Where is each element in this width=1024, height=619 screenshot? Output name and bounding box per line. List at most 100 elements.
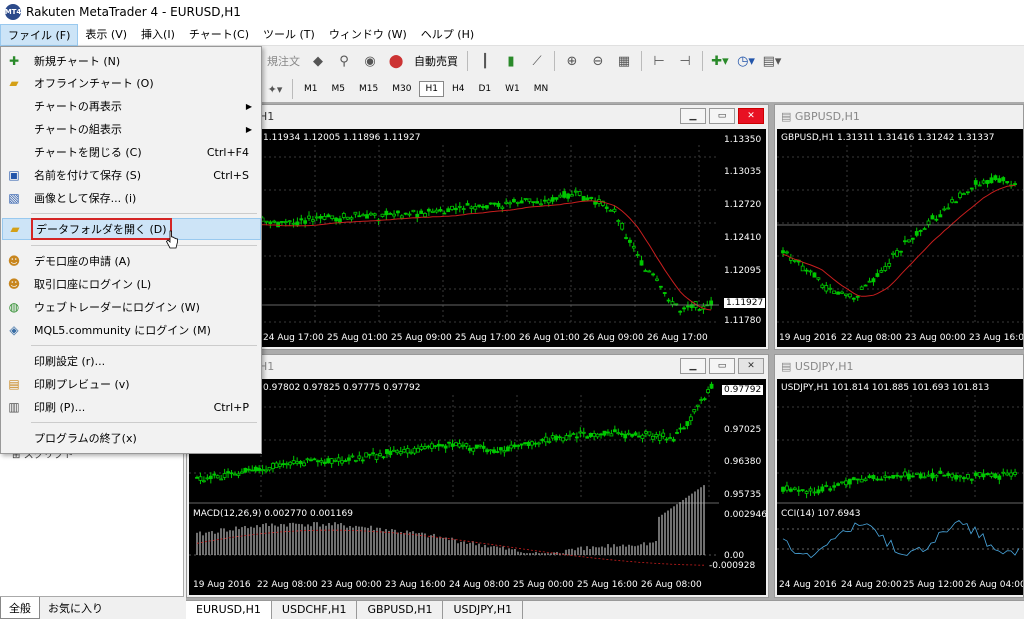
signal-icon[interactable]: ◉ [359, 50, 381, 72]
candle-body [318, 215, 323, 219]
menu-tools[interactable]: ツール (T) [256, 24, 322, 46]
candle-body [450, 443, 455, 447]
menu-item-login-mql5[interactable]: ◈ MQL5.community にログイン (M) [2, 319, 261, 341]
minimize-button[interactable]: ▁ [680, 358, 706, 374]
candle-body [619, 433, 624, 436]
templates-icon[interactable]: ▤▾ [761, 50, 783, 72]
tab-favorites[interactable]: お気に入り [40, 597, 111, 619]
menu-item-login-trade[interactable]: ☻ 取引口座にログイン (L) [2, 273, 261, 295]
menu-view[interactable]: 表示 (V) [78, 24, 134, 46]
chart-plot-usdjpy[interactable]: USDJPY,H1 101.814 101.885 101.693 101.81… [777, 379, 1023, 595]
candle-body [314, 216, 319, 219]
restore-button[interactable]: ▭ [709, 358, 735, 374]
timeframe-m30[interactable]: M30 [386, 81, 417, 97]
menu-item-chart-profiles[interactable]: チャートの組表示 ▶ [2, 118, 261, 140]
x-tick: 25 Aug 12:00 [903, 580, 964, 590]
tab-gbpusd[interactable]: GBPUSD,H1 [357, 601, 444, 619]
menu-item-close-chart[interactable]: チャートを閉じる (C) Ctrl+F4 [2, 141, 261, 163]
candle-body [682, 307, 686, 310]
menu-insert[interactable]: 挿入(I) [134, 24, 182, 46]
web-icon: ◍ [8, 300, 20, 314]
line-studies-icon[interactable]: ✦▾ [264, 78, 286, 100]
restore-button[interactable]: ▭ [709, 108, 735, 124]
chart-tabs: EURUSD,H1 USDCHF,H1 GBPUSD,H1 USDJPY,H1 [186, 600, 1024, 619]
chart-plot-macd[interactable]: 0.97802 0.97825 0.97775 0.97792 0.97792 … [189, 379, 766, 595]
timeframe-m15[interactable]: M15 [353, 81, 384, 97]
timeframe-h1[interactable]: H1 [419, 81, 444, 97]
auto-trading-icon[interactable]: ⬤ [385, 50, 407, 72]
menu-item-open-data-folder[interactable]: ▰ データフォルダを開く (D) [2, 218, 261, 240]
menu-window[interactable]: ウィンドウ (W) [322, 24, 414, 46]
timeframe-m5[interactable]: M5 [326, 81, 352, 97]
chart-plot-eurusd[interactable]: 1.11934 1.12005 1.11896 1.11927 1.13350 … [189, 129, 766, 347]
candle-body [523, 198, 528, 200]
menu-help[interactable]: ヘルプ (H) [414, 24, 481, 46]
menu-item-offline-chart[interactable]: ▰ オフラインチャート (O) [2, 72, 261, 94]
candle-body [416, 447, 420, 453]
chart-window-eurusd[interactable]: H1 ▁ ▭ ✕ 1.11934 1.12005 1.11896 1.11927… [186, 104, 769, 350]
candle-body [512, 444, 517, 448]
menu-item-exit[interactable]: プログラムの終了(x) [2, 427, 261, 449]
tab-common[interactable]: 全般 [0, 597, 40, 619]
timeframe-d1[interactable]: D1 [472, 81, 497, 97]
timeframe-h4[interactable]: H4 [446, 81, 471, 97]
file-menu-dropdown: ✚ 新規チャート (N) ▰ オフラインチャート (O) チャートの再表示 ▶ チャー… [0, 46, 262, 454]
tile-windows-icon[interactable]: ▦ [613, 50, 635, 72]
minimize-button[interactable]: ▁ [680, 108, 706, 124]
auto-trading-button[interactable]: 自動売買 [411, 50, 461, 72]
tab-eurusd[interactable]: EURUSD,H1 [186, 601, 272, 619]
candle-body [616, 220, 621, 222]
bar-chart-icon[interactable]: ┃ [474, 50, 496, 72]
menu-item-login-web[interactable]: ◍ ウェブトレーダーにログイン (W) [2, 296, 261, 318]
candle-body [602, 430, 607, 436]
candle-body [589, 196, 594, 200]
candle-body [969, 187, 974, 190]
chart-window-usdjpy[interactable]: ▤ USDJPY,H1 USDJPY,H1 101.814 101.885 10… [774, 354, 1024, 598]
chart-shift-icon[interactable]: ⊣ [674, 50, 696, 72]
menu-item-refresh-chart[interactable]: チャートの再表示 ▶ [2, 95, 261, 117]
line-chart-icon[interactable]: ⟋ [526, 50, 548, 72]
menu-item-save-picture[interactable]: ▧ 画像として保存... (i) [2, 187, 261, 209]
zoom-out-icon[interactable]: ⊖ [587, 50, 609, 72]
tab-usdchf[interactable]: USDCHF,H1 [272, 601, 358, 619]
lock-icon[interactable]: ⚲ [333, 50, 355, 72]
menu-item-open-demo[interactable]: ☻ デモ口座の申請 (A) [2, 250, 261, 272]
candle-body [322, 461, 327, 464]
menu-item-print-setup[interactable]: 印刷設定 (r)... [2, 350, 261, 372]
candle-body [686, 305, 690, 308]
menu-item-save-as[interactable]: ▣ 名前を付けて保存 (S) Ctrl+S [2, 164, 261, 186]
candle-body [938, 470, 943, 474]
chart-window-gbpusd[interactable]: ▤ GBPUSD,H1 GBPUSD,H1 1.31311 1.31416 1.… [774, 104, 1024, 350]
candle-body [291, 222, 296, 225]
chart-window-macd[interactable]: H1 ▁ ▭ ✕ 0.97802 0.97825 0.97775 0.97792… [186, 354, 769, 598]
new-order-button[interactable]: 規注文 [264, 50, 303, 72]
timeframe-m1[interactable]: M1 [298, 81, 324, 97]
chart-plot-gbpusd[interactable]: GBPUSD,H1 1.31311 1.31416 1.31242 1.3133… [777, 129, 1023, 347]
menu-charts[interactable]: チャート(C) [182, 24, 256, 46]
menu-separator [31, 345, 257, 346]
candle-body [781, 486, 785, 492]
zoom-in-icon[interactable]: ⊕ [561, 50, 583, 72]
candle-body [365, 214, 369, 219]
menu-file[interactable]: ファイル (F) [0, 23, 79, 46]
menu-item-new-chart[interactable]: ✚ 新規チャート (N) [2, 50, 261, 72]
market-watch-icon[interactable]: ◆ [307, 50, 329, 72]
candlestick-icon[interactable]: ▮ [500, 50, 522, 72]
candle-body [808, 270, 813, 273]
indicators-icon[interactable]: ✚▾ [709, 50, 731, 72]
menu-item-label: デモ口座の申請 (A) [34, 255, 131, 268]
menu-item-print-preview[interactable]: ▤ 印刷プレビュー (v) [2, 373, 261, 395]
candle-body [981, 473, 986, 478]
auto-scroll-icon[interactable]: ⊢ [648, 50, 670, 72]
periods-icon[interactable]: ◷▾ [735, 50, 757, 72]
timeframe-mn[interactable]: MN [528, 81, 555, 97]
tab-usdjpy[interactable]: USDJPY,H1 [443, 601, 524, 619]
chart-caption: H1 ▁ ▭ ✕ [187, 355, 768, 377]
close-button[interactable]: ✕ [738, 358, 764, 374]
timeframe-w1[interactable]: W1 [499, 81, 526, 97]
candle-body [1013, 471, 1017, 475]
close-button[interactable]: ✕ [738, 108, 764, 124]
menu-item-print[interactable]: ▥ 印刷 (P)... Ctrl+P [2, 396, 261, 418]
candle-body [692, 409, 697, 413]
window-title: Rakuten MetaTrader 4 - EURUSD,H1 [26, 5, 241, 19]
